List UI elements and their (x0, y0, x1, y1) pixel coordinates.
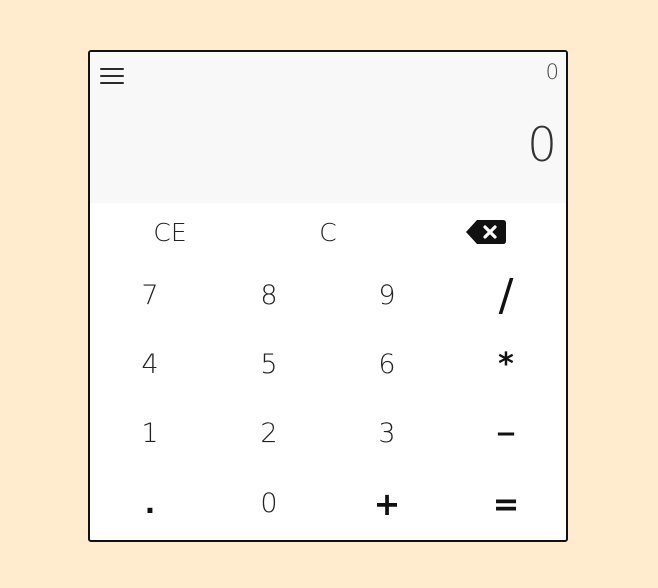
keypad-row: 7 8 9 / (90, 266, 566, 326)
menu-line (100, 68, 124, 70)
digit-5-button[interactable]: 5 (210, 335, 328, 395)
digit-8-button[interactable]: 8 (210, 266, 328, 326)
keypad-row: 1 2 3 − (90, 404, 566, 464)
digit-6-button[interactable]: 6 (328, 335, 446, 395)
digit-9-button[interactable]: 9 (328, 266, 446, 326)
subtract-button[interactable]: − (446, 404, 566, 464)
clear-entry-button[interactable]: CE (90, 203, 250, 263)
menu-line (100, 75, 124, 77)
keypad-row: CE C (90, 203, 566, 263)
digit-7-button[interactable]: 7 (90, 266, 210, 326)
backspace-icon (466, 220, 506, 244)
digit-4-button[interactable]: 4 (90, 335, 210, 395)
expression-history: 0 (545, 60, 559, 84)
keypad: CE C 7 8 9 / 4 5 6 * 1 2 3 − . 0 + = (90, 203, 566, 540)
backspace-button[interactable] (406, 203, 566, 263)
equals-button[interactable]: = (446, 474, 566, 534)
digit-1-button[interactable]: 1 (90, 404, 210, 464)
result-display: 0 (527, 118, 557, 173)
calculator: 0 0 CE C 7 8 9 / 4 5 6 * 1 2 3 − . 0 + = (88, 50, 568, 542)
add-button[interactable]: + (328, 474, 446, 534)
menu-line (100, 82, 124, 84)
hamburger-menu-icon[interactable] (98, 64, 128, 88)
digit-0-button[interactable]: 0 (210, 474, 328, 534)
multiply-button[interactable]: * (446, 335, 566, 395)
decimal-point-button[interactable]: . (90, 474, 210, 534)
keypad-row: 4 5 6 * (90, 335, 566, 395)
digit-2-button[interactable]: 2 (210, 404, 328, 464)
display-panel: 0 0 (90, 52, 566, 203)
divide-button[interactable]: / (446, 266, 566, 326)
digit-3-button[interactable]: 3 (328, 404, 446, 464)
clear-button[interactable]: C (250, 203, 406, 263)
keypad-row: . 0 + = (90, 474, 566, 534)
